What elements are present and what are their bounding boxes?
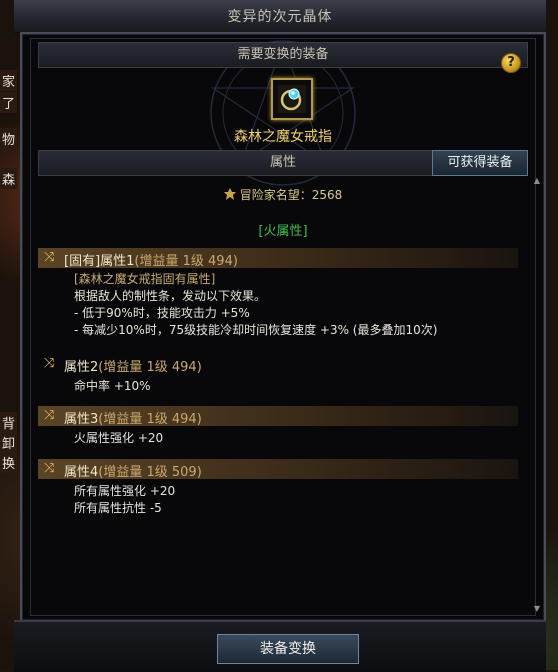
ring-icon: [278, 85, 306, 113]
obtainable-equipment-button[interactable]: 可获得装备: [432, 150, 528, 176]
equipment-swap-button[interactable]: 装备变换: [217, 634, 359, 664]
attribute-line: 火属性强化 +20: [74, 431, 164, 445]
scroll-down-icon[interactable]: ▼: [532, 604, 542, 614]
attribute-sub: (增益量 1级 494): [98, 412, 202, 427]
attribute-line: [森林之魔女戒指固有属性]: [74, 272, 216, 286]
attribute-line: - 每减少10%时，75级技能冷却时间恢复速度 +3% (最多叠加10次): [74, 323, 438, 337]
title-bar[interactable]: 变异的次元晶体: [14, 0, 546, 33]
attribute-line: - 低于90%时，技能攻击力 +5%: [74, 306, 250, 320]
attribute-line: 所有属性强化 +20: [74, 484, 176, 498]
fame-icon: [223, 188, 236, 200]
attribute-title: 属性2: [64, 360, 99, 375]
help-icon[interactable]: ?: [501, 53, 521, 73]
attribute-row-2: ⤨ 属性2(增益量 1级 494): [38, 354, 518, 375]
item-name: 森林之魔女戒指: [234, 129, 332, 145]
attribute-line: 所有属性抗性 -5: [74, 501, 162, 515]
shuffle-icon: ⤨: [44, 408, 55, 423]
crystal-window: 变异的次元晶体 需要变换的装备 ? 森林之魔女戒指 属性 可获得装备 冒险家名望…: [14, 0, 546, 672]
attribute-title: 属性4: [64, 465, 99, 480]
attribute-line: 根据敌人的制性条，发动以下效果。: [74, 289, 267, 303]
attribute-line: 命中率 +10%: [74, 379, 151, 393]
main-panel: 需要变换的装备 ? 森林之魔女戒指 属性 可获得装备 冒险家名望：2568 [火…: [20, 32, 546, 622]
scrollbar[interactable]: ▲ ▼: [532, 176, 542, 614]
window-title: 变异的次元晶体: [227, 9, 333, 25]
equipment-header-label: 需要变换的装备: [237, 47, 329, 62]
adventurer-fame: 冒险家名望：2568: [38, 186, 528, 203]
shuffle-icon: ⤨: [44, 461, 55, 476]
attribute-sub: (增益量 1级 494): [98, 360, 202, 375]
attribute-row-4: ⤨ 属性4(增益量 1级 509): [38, 459, 518, 480]
attribute-row-3: ⤨ 属性3(增益量 1级 494): [38, 406, 518, 427]
attributes-header: 属性 可获得装备: [38, 150, 528, 176]
attribute-sub: (增益量 1级 494): [134, 254, 238, 269]
attribute-sub: (增益量 1级 509): [98, 465, 202, 480]
scroll-up-icon[interactable]: ▲: [532, 176, 542, 186]
shuffle-icon: ⤨: [44, 250, 55, 265]
attribute-row-1: ⤨ [固有]属性1(增益量 1级 494): [38, 248, 518, 269]
item-slot[interactable]: [271, 78, 313, 120]
equipment-header: 需要变换的装备 ?: [38, 42, 528, 73]
element-label: [火属性]: [258, 224, 308, 239]
attributes-content: 冒险家名望：2568 [火属性] ⤨ [固有]属性1(增益量 1级 494) […: [38, 176, 528, 614]
shuffle-icon: ⤨: [44, 356, 55, 371]
fame-label: 冒险家名望：2568: [239, 188, 343, 202]
attribute-title: 属性3: [64, 412, 99, 427]
attribute-title: [固有]属性1: [64, 254, 135, 269]
